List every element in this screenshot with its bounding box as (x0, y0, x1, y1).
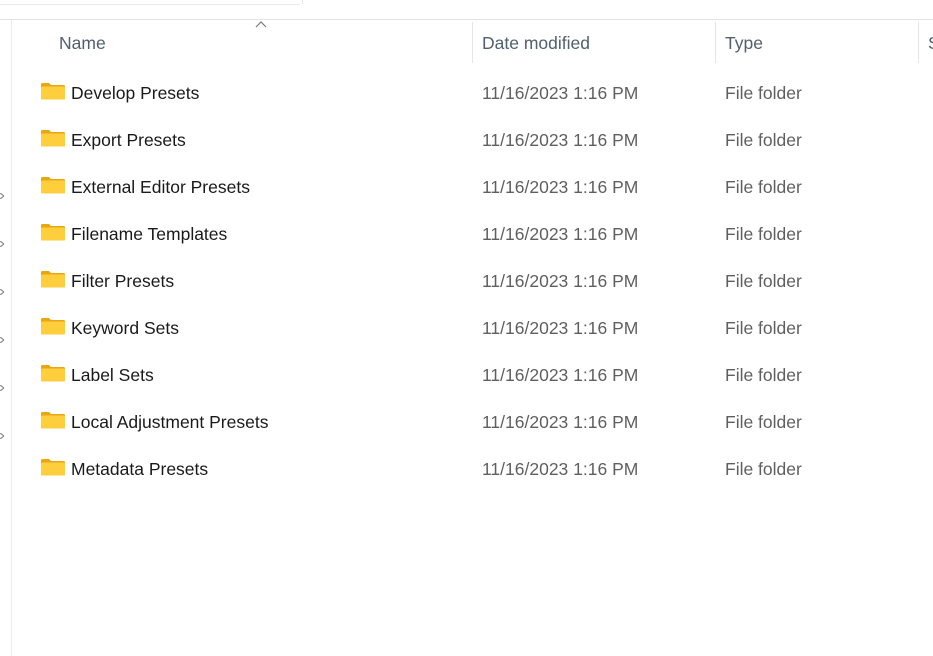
column-resize-handle[interactable] (472, 22, 473, 63)
file-list-row[interactable]: Develop Presets 11/16/2023 1:16 PM File fo… (12, 70, 933, 117)
folder-icon (41, 129, 65, 147)
nav-expand-chevron-icon[interactable] (0, 241, 4, 247)
folder-name[interactable]: Develop Presets (71, 70, 199, 117)
nav-expand-chevron-icon[interactable] (0, 337, 4, 343)
item-type: File folder (725, 412, 802, 432)
folder-name[interactable]: External Editor Presets (71, 164, 250, 211)
date-modified: 11/16/2023 1:16 PM (482, 271, 639, 291)
date-modified: 11/16/2023 1:16 PM (482, 459, 639, 479)
folder-name[interactable]: Local Adjustment Presets (71, 399, 268, 446)
item-type: File folder (725, 177, 802, 197)
file-list-row[interactable]: Local Adjustment Presets 11/16/2023 1:16 … (12, 399, 933, 446)
sort-ascending-chevron-up-icon (255, 20, 267, 28)
file-list-row[interactable]: Metadata Presets 11/16/2023 1:16 PM File f… (12, 446, 933, 493)
nav-expand-chevron-icon[interactable] (0, 433, 4, 439)
folder-name[interactable]: Export Presets (71, 117, 186, 164)
date-modified: 11/16/2023 1:16 PM (482, 177, 639, 197)
item-type: File folder (725, 365, 802, 385)
folder-name[interactable]: Label Sets (71, 352, 154, 399)
file-list-row[interactable]: Keyword Sets 11/16/2023 1:16 PM File folde… (12, 305, 933, 352)
file-list-row[interactable]: Export Presets 11/16/2023 1:16 PM File fol… (12, 117, 933, 164)
nav-expand-chevron-icon[interactable] (0, 193, 4, 199)
file-list-row[interactable]: Filename Templates 11/16/2023 1:16 PM File… (12, 211, 933, 258)
nav-expand-chevron-icon[interactable] (0, 289, 4, 295)
folder-icon (41, 364, 65, 382)
folder-icon (41, 458, 65, 476)
folder-icon (41, 82, 65, 100)
column-header-type[interactable]: Type (725, 20, 915, 63)
date-modified: 11/16/2023 1:16 PM (482, 83, 639, 103)
item-type: File folder (725, 83, 802, 103)
date-modified: 11/16/2023 1:16 PM (482, 130, 639, 150)
column-resize-handle[interactable] (918, 22, 919, 63)
date-modified: 11/16/2023 1:16 PM (482, 365, 639, 385)
folder-name[interactable]: Keyword Sets (71, 305, 179, 352)
folder-icon (41, 270, 65, 288)
item-type: File folder (725, 271, 802, 291)
toolbar-control-edge (0, 0, 300, 5)
item-type: File folder (725, 224, 802, 244)
file-list-row[interactable]: Filter Presets 11/16/2023 1:16 PM File fol… (12, 258, 933, 305)
nav-expand-chevron-icon[interactable] (0, 385, 4, 391)
folder-icon (41, 411, 65, 429)
folder-icon (41, 176, 65, 194)
date-modified: 11/16/2023 1:16 PM (482, 318, 639, 338)
date-modified: 11/16/2023 1:16 PM (482, 412, 639, 432)
column-header-size[interactable]: S (928, 20, 933, 63)
folder-icon (41, 317, 65, 335)
folder-name[interactable]: Filename Templates (71, 211, 227, 258)
column-header-bar: Name Date modified Type S (12, 20, 933, 63)
item-type: File folder (725, 130, 802, 150)
item-type: File folder (725, 459, 802, 479)
file-list-row[interactable]: Label Sets 11/16/2023 1:16 PM File folder (12, 352, 933, 399)
column-resize-handle[interactable] (715, 22, 716, 63)
folder-name[interactable]: Metadata Presets (71, 446, 208, 493)
toolbar-divider (302, 0, 303, 4)
item-type: File folder (725, 318, 802, 338)
date-modified: 11/16/2023 1:16 PM (482, 224, 639, 244)
file-list-row[interactable]: External Editor Presets 11/16/2023 1:16 P… (12, 164, 933, 211)
column-header-date-modified[interactable]: Date modified (482, 20, 707, 63)
toolbar-edge (0, 0, 933, 19)
folder-icon (41, 223, 65, 241)
folder-name[interactable]: Filter Presets (71, 258, 174, 305)
